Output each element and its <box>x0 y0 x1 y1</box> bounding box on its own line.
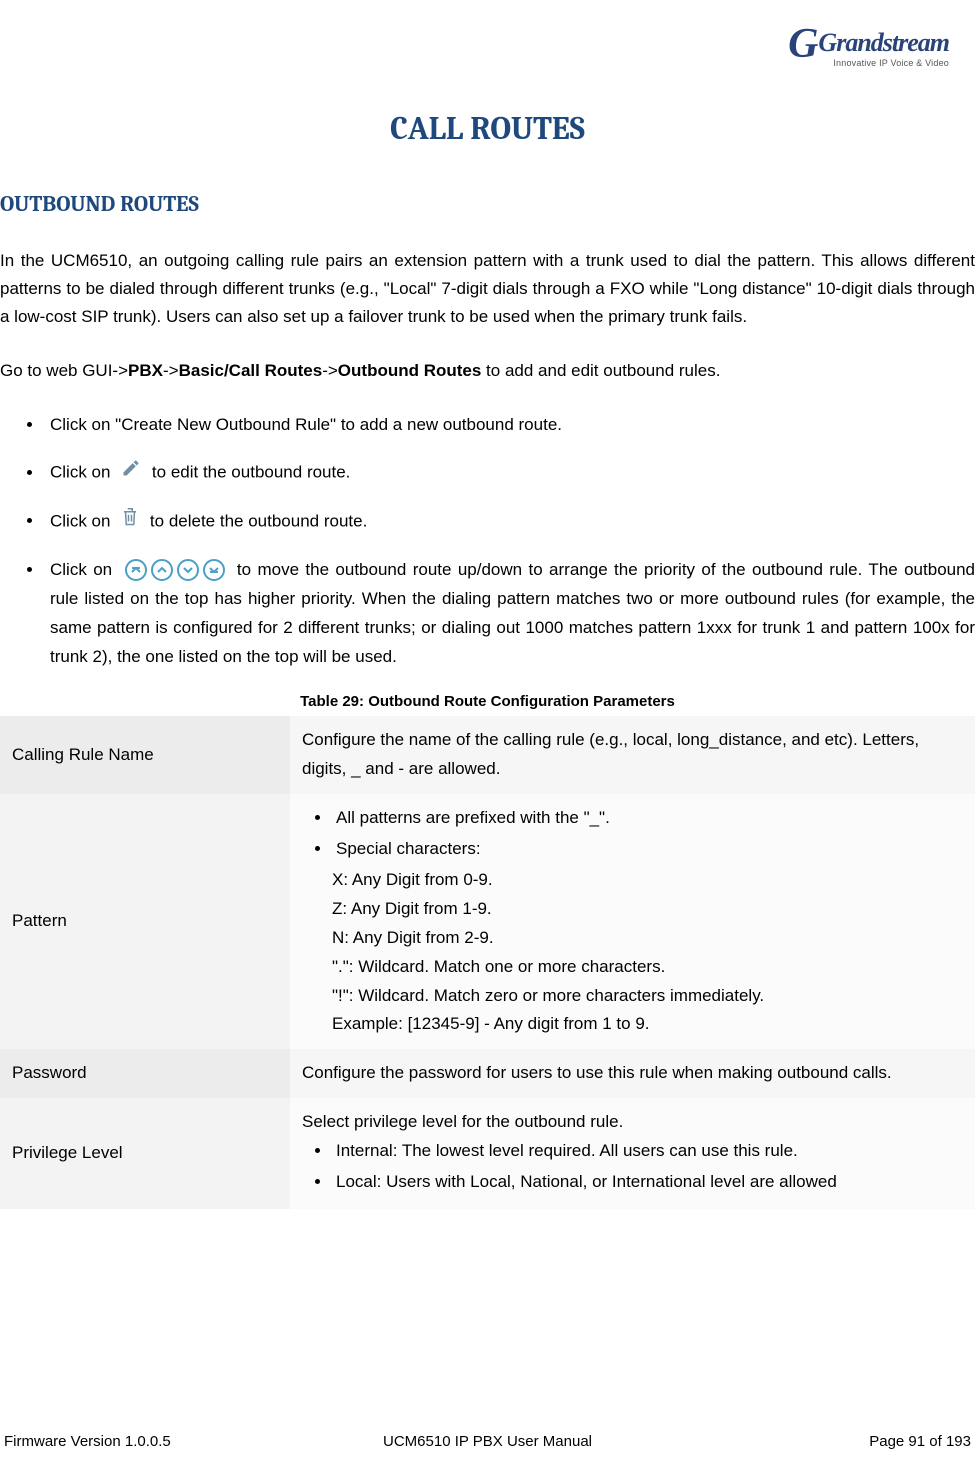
privilege-item: Internal: The lowest level required. All… <box>332 1137 963 1166</box>
pattern-line: Example: [12345-9] - Any digit from 1 to… <box>332 1010 963 1039</box>
footer-center: UCM6510 IP PBX User Manual <box>383 1433 592 1450</box>
content-area: CALL ROUTES OUTBOUND ROUTES In the UCM65… <box>0 20 975 1209</box>
param-label: Calling Rule Name <box>0 716 290 794</box>
bullet-post: to delete the outbound route. <box>150 511 367 530</box>
nav-pbx: PBX <box>128 361 163 380</box>
pattern-line: ".": Wildcard. Match one or more charact… <box>332 953 963 982</box>
list-item: Click on to delete the outbound route. <box>44 506 975 538</box>
bullet-text: Click on "Create New Outbound Rule" to a… <box>50 415 562 434</box>
pattern-line: X: Any Digit from 0-9. <box>332 866 963 895</box>
table-row: Pattern All patterns are prefixed with t… <box>0 794 975 1049</box>
edit-icon <box>121 458 141 488</box>
pattern-note: All patterns are prefixed with the "_". <box>332 804 963 833</box>
move-up-icon <box>151 559 173 581</box>
table-caption: Table 29: Outbound Route Configuration P… <box>0 693 975 710</box>
page-footer: Firmware Version 1.0.0.5 UCM6510 IP PBX … <box>0 1433 975 1450</box>
table-row: Password Configure the password for user… <box>0 1049 975 1098</box>
intro-paragraph: In the UCM6510, an outgoing calling rule… <box>0 247 975 331</box>
nav-post: to add and edit outbound rules. <box>481 361 720 380</box>
page: GGrandstream Innovative IP Voice & Video… <box>0 0 975 1470</box>
footer-right: Page 91 of 193 <box>869 1433 971 1450</box>
logo-text: Grandstream <box>818 28 949 57</box>
table-row: Privilege Level Select privilege level f… <box>0 1098 975 1209</box>
param-label: Password <box>0 1049 290 1098</box>
pattern-note: Special characters: <box>332 835 963 864</box>
footer-left: Firmware Version 1.0.0.5 <box>4 1433 171 1450</box>
brand-logo: GGrandstream Innovative IP Voice & Video <box>788 14 949 68</box>
move-bottom-icon <box>203 559 225 581</box>
list-item: Click on to move the outbound route up/d… <box>44 556 975 672</box>
nav-pre: Go to web GUI-> <box>0 361 128 380</box>
param-label: Privilege Level <box>0 1098 290 1209</box>
param-desc: Configure the password for users to use … <box>290 1049 975 1098</box>
nav-sep1: -> <box>163 361 179 380</box>
privilege-item: Local: Users with Local, National, or In… <box>332 1168 963 1197</box>
logo-initial: G <box>788 20 818 68</box>
table-row: Calling Rule Name Configure the name of … <box>0 716 975 794</box>
param-desc: All patterns are prefixed with the "_". … <box>290 794 975 1049</box>
params-table: Calling Rule Name Configure the name of … <box>0 716 975 1208</box>
reorder-icons <box>125 559 225 581</box>
pattern-line: "!": Wildcard. Match zero or more charac… <box>332 982 963 1011</box>
section-heading: OUTBOUND ROUTES <box>0 191 975 217</box>
param-desc: Select privilege level for the outbound … <box>290 1098 975 1209</box>
nav-sep2: -> <box>322 361 338 380</box>
instruction-list: Click on "Create New Outbound Rule" to a… <box>0 411 975 671</box>
page-title: CALL ROUTES <box>0 110 975 147</box>
bullet-pre: Click on <box>50 511 115 530</box>
param-label: Pattern <box>0 794 290 1049</box>
bullet-pre: Click on <box>50 463 115 482</box>
param-desc: Configure the name of the calling rule (… <box>290 716 975 794</box>
list-item: Click on to edit the outbound route. <box>44 458 975 488</box>
move-top-icon <box>125 559 147 581</box>
bullet-pre: Click on <box>50 560 119 579</box>
pattern-line: Z: Any Digit from 1-9. <box>332 895 963 924</box>
nav-paragraph: Go to web GUI->PBX->Basic/Call Routes->O… <box>0 357 975 385</box>
nav-basic: Basic/Call Routes <box>179 361 323 380</box>
list-item: Click on "Create New Outbound Rule" to a… <box>44 411 975 440</box>
delete-icon <box>121 506 139 538</box>
nav-outbound: Outbound Routes <box>338 361 482 380</box>
move-down-icon <box>177 559 199 581</box>
pattern-line: N: Any Digit from 2-9. <box>332 924 963 953</box>
privilege-intro: Select privilege level for the outbound … <box>302 1108 963 1137</box>
bullet-post: to edit the outbound route. <box>152 463 351 482</box>
